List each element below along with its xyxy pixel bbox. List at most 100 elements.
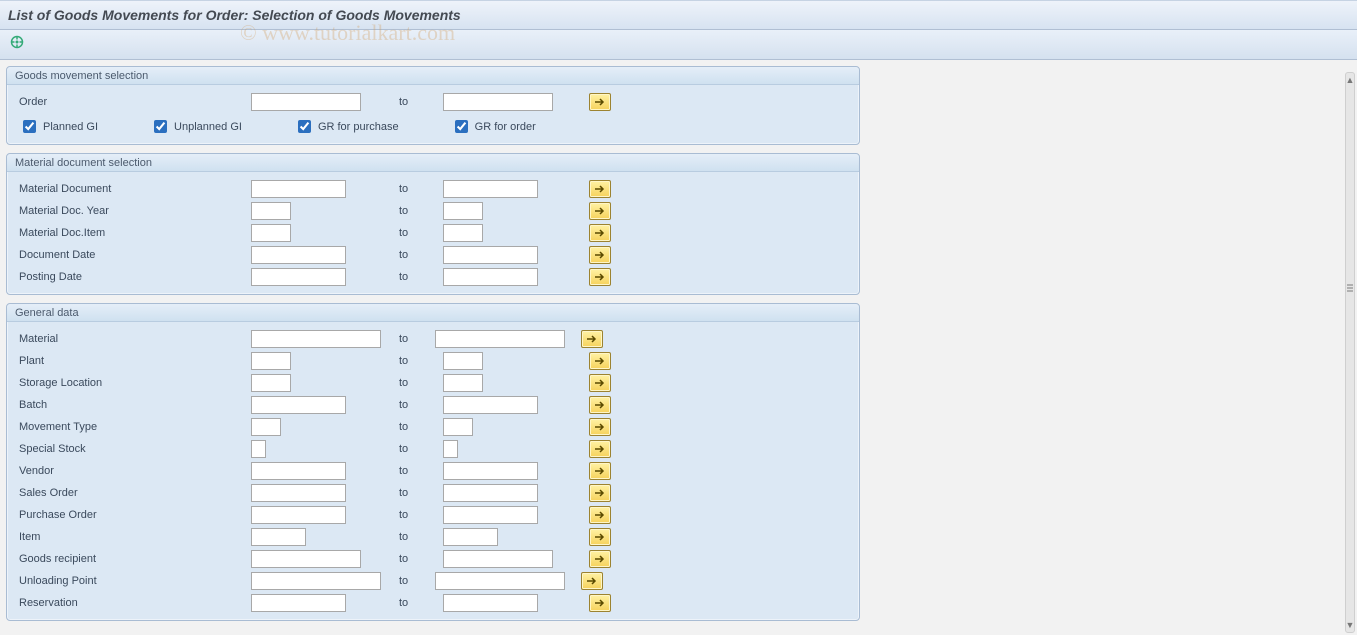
item-multiselect-button[interactable]: [589, 528, 611, 546]
row-goodsrec: Goods recipient to: [15, 548, 851, 570]
row-batch: Batch to: [15, 394, 851, 416]
to-label: to: [397, 465, 437, 477]
arrow-right-icon: [594, 206, 606, 216]
matyear-multiselect-button[interactable]: [589, 202, 611, 220]
matitem-multiselect-button[interactable]: [589, 224, 611, 242]
purord-low-input[interactable]: [251, 506, 346, 524]
plant-multiselect-button[interactable]: [589, 352, 611, 370]
label-plant: Plant: [15, 355, 245, 367]
storloc-low-input[interactable]: [251, 374, 291, 392]
group-goods-movement-selection: Goods movement selection Order to Planne…: [6, 66, 860, 145]
purord-high-input[interactable]: [443, 506, 538, 524]
row-purord: Purchase Order to: [15, 504, 851, 526]
cb-gr-purchase-input[interactable]: [298, 120, 311, 133]
matyear-high-input[interactable]: [443, 202, 483, 220]
arrow-right-icon: [594, 356, 606, 366]
group-material-doc-selection: Material document selection Material Doc…: [6, 153, 860, 295]
material-high-input[interactable]: [435, 330, 565, 348]
unload-high-input[interactable]: [435, 572, 565, 590]
postdate-multiselect-button[interactable]: [589, 268, 611, 286]
postdate-low-input[interactable]: [251, 268, 346, 286]
to-label: to: [397, 399, 437, 411]
goodsrec-multiselect-button[interactable]: [589, 550, 611, 568]
scroll-grip-icon[interactable]: [1347, 283, 1353, 303]
material-multiselect-button[interactable]: [581, 330, 603, 348]
docdate-multiselect-button[interactable]: [589, 246, 611, 264]
cb-planned-gi-input[interactable]: [23, 120, 36, 133]
movtype-low-input[interactable]: [251, 418, 281, 436]
storloc-multiselect-button[interactable]: [589, 374, 611, 392]
row-storloc: Storage Location to: [15, 372, 851, 394]
reserv-high-input[interactable]: [443, 594, 538, 612]
label-order: Order: [15, 96, 245, 108]
scroll-down-icon[interactable]: ▼: [1346, 618, 1354, 632]
order-multiselect-button[interactable]: [589, 93, 611, 111]
goodsrec-high-input[interactable]: [443, 550, 553, 568]
label-item: Item: [15, 531, 245, 543]
cb-gr-order-input[interactable]: [455, 120, 468, 133]
matyear-low-input[interactable]: [251, 202, 291, 220]
label-reserv: Reservation: [15, 597, 245, 609]
cb-unplanned-gi-input[interactable]: [154, 120, 167, 133]
execute-button[interactable]: [6, 34, 28, 56]
cb-planned-gi[interactable]: Planned GI: [19, 117, 98, 136]
arrow-right-icon: [594, 510, 606, 520]
label-matyear: Material Doc. Year: [15, 205, 245, 217]
batch-multiselect-button[interactable]: [589, 396, 611, 414]
arrow-right-icon: [594, 422, 606, 432]
goodsrec-low-input[interactable]: [251, 550, 361, 568]
storloc-high-input[interactable]: [443, 374, 483, 392]
page-title: List of Goods Movements for Order: Selec…: [8, 7, 461, 23]
spstock-low-input[interactable]: [251, 440, 266, 458]
vendor-high-input[interactable]: [443, 462, 538, 480]
batch-high-input[interactable]: [443, 396, 538, 414]
group-header: Material document selection: [7, 154, 859, 172]
spstock-high-input[interactable]: [443, 440, 458, 458]
label-docdate: Document Date: [15, 249, 245, 261]
docdate-low-input[interactable]: [251, 246, 346, 264]
unload-multiselect-button[interactable]: [581, 572, 603, 590]
cb-gr-order[interactable]: GR for order: [451, 117, 536, 136]
to-label: to: [397, 443, 437, 455]
vendor-multiselect-button[interactable]: [589, 462, 611, 480]
matitem-high-input[interactable]: [443, 224, 483, 242]
scroll-up-icon[interactable]: ▲: [1346, 73, 1354, 87]
batch-low-input[interactable]: [251, 396, 346, 414]
checkbox-row: Planned GI Unplanned GI GR for purchase …: [15, 113, 851, 138]
arrow-right-icon: [594, 444, 606, 454]
plant-low-input[interactable]: [251, 352, 291, 370]
purord-multiselect-button[interactable]: [589, 506, 611, 524]
item-high-input[interactable]: [443, 528, 498, 546]
label-matdoc: Material Document: [15, 183, 245, 195]
reserv-multiselect-button[interactable]: [589, 594, 611, 612]
unload-low-input[interactable]: [251, 572, 381, 590]
matdoc-high-input[interactable]: [443, 180, 538, 198]
order-high-input[interactable]: [443, 93, 553, 111]
vendor-low-input[interactable]: [251, 462, 346, 480]
material-low-input[interactable]: [251, 330, 381, 348]
label-material: Material: [15, 333, 245, 345]
arrow-right-icon: [594, 184, 606, 194]
matdoc-multiselect-button[interactable]: [589, 180, 611, 198]
spstock-multiselect-button[interactable]: [589, 440, 611, 458]
cb-gr-purchase[interactable]: GR for purchase: [294, 117, 399, 136]
cb-unplanned-gi[interactable]: Unplanned GI: [150, 117, 242, 136]
salesord-low-input[interactable]: [251, 484, 346, 502]
docdate-high-input[interactable]: [443, 246, 538, 264]
matitem-low-input[interactable]: [251, 224, 291, 242]
movtype-multiselect-button[interactable]: [589, 418, 611, 436]
movtype-high-input[interactable]: [443, 418, 473, 436]
salesord-high-input[interactable]: [443, 484, 538, 502]
reserv-low-input[interactable]: [251, 594, 346, 612]
plant-high-input[interactable]: [443, 352, 483, 370]
matdoc-low-input[interactable]: [251, 180, 346, 198]
arrow-right-icon: [594, 598, 606, 608]
salesord-multiselect-button[interactable]: [589, 484, 611, 502]
to-label: to: [397, 205, 437, 217]
cb-gr-purchase-label: GR for purchase: [318, 121, 399, 133]
item-low-input[interactable]: [251, 528, 306, 546]
vertical-scrollbar[interactable]: ▲ ▼: [1345, 72, 1355, 633]
order-low-input[interactable]: [251, 93, 361, 111]
postdate-high-input[interactable]: [443, 268, 538, 286]
row-reserv: Reservation to: [15, 592, 851, 614]
